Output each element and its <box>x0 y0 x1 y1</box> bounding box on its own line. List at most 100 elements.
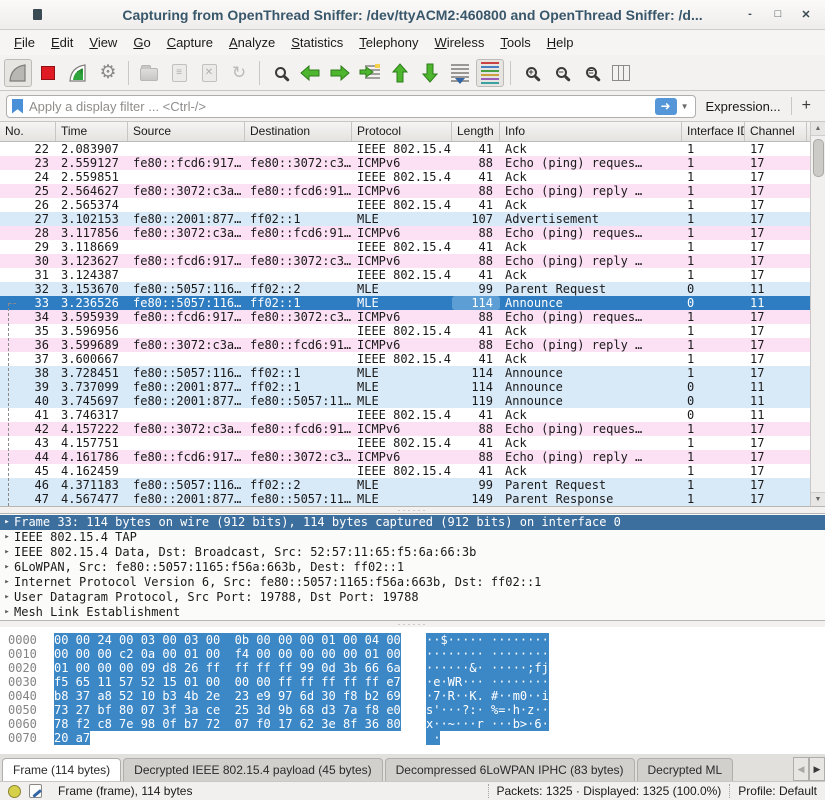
hex-ascii[interactable]: x··~···r ···b>·6· <box>426 717 549 731</box>
packet-row-30[interactable]: 303.123627fe80::fcd6:917…fe80::3072:c3…I… <box>0 254 810 268</box>
detail-line[interactable]: ▸User Datagram Protocol, Src Port: 19788… <box>0 590 825 605</box>
tab-scroll-right-icon[interactable]: ▶ <box>809 757 825 781</box>
packet-list-scrollbar[interactable]: ▲ ▼ <box>810 122 825 506</box>
hex-bytes[interactable]: 73 27 bf 80 07 3f 3a ce 25 3d 9b 68 d3 7… <box>54 703 401 717</box>
byte-view-tab-3[interactable]: Decrypted ML <box>637 758 734 781</box>
byte-view-tab-2[interactable]: Decompressed 6LoWPAN IPHC (83 bytes) <box>385 758 635 781</box>
bookmark-icon[interactable] <box>12 99 23 114</box>
add-filter-button[interactable]: + <box>798 97 819 115</box>
column-header-interface-id[interactable]: Interface ID <box>682 122 745 141</box>
go-last-button[interactable] <box>416 59 444 87</box>
zoom-in-button[interactable]: + <box>517 59 545 87</box>
save-file-button[interactable]: ≡ <box>165 59 193 87</box>
go-forward-button[interactable] <box>326 59 354 87</box>
open-file-button[interactable] <box>135 59 163 87</box>
capture-options-button[interactable]: ⚙ <box>94 59 122 87</box>
hex-row[interactable]: 002001 00 00 00 09 d8 26 ff ff ff ff 99 … <box>8 661 825 675</box>
expand-arrow-icon[interactable]: ▸ <box>0 515 14 530</box>
column-header-destination[interactable]: Destination <box>245 122 352 141</box>
packet-row-25[interactable]: 252.564627fe80::3072:c3a…fe80::fcd6:91…I… <box>0 184 810 198</box>
hex-row[interactable]: 0030f5 65 11 57 52 15 01 00 00 00 ff ff … <box>8 675 825 689</box>
detail-line[interactable]: ▸Frame 33: 114 bytes on wire (912 bits),… <box>0 515 825 530</box>
hex-row[interactable]: 005073 27 bf 80 07 3f 3a ce 25 3d 9b 68 … <box>8 703 825 717</box>
column-header-channel[interactable]: Channel <box>745 122 807 141</box>
menu-tools[interactable]: Tools <box>492 32 538 53</box>
packet-row-41[interactable]: 413.746317IEEE 802.15.441Ack011 <box>0 408 810 422</box>
maximize-button[interactable]: □ <box>771 8 785 21</box>
go-back-button[interactable] <box>296 59 324 87</box>
expand-arrow-icon[interactable]: ▸ <box>0 545 14 560</box>
packet-row-40[interactable]: 403.745697fe80::2001:877…fe80::5057:11…M… <box>0 394 810 408</box>
hex-ascii[interactable]: s'···?:· %=·h·z·· <box>426 703 549 717</box>
expand-arrow-icon[interactable]: ▸ <box>0 590 14 605</box>
expand-arrow-icon[interactable]: ▸ <box>0 560 14 575</box>
packet-row-22[interactable]: 222.083907IEEE 802.15.441Ack117 <box>0 142 810 156</box>
packet-row-43[interactable]: 434.157751IEEE 802.15.441Ack117 <box>0 436 810 450</box>
resize-columns-button[interactable] <box>607 59 635 87</box>
menu-analyze[interactable]: Analyze <box>221 32 283 53</box>
packet-row-35[interactable]: 353.596956IEEE 802.15.441Ack117 <box>0 324 810 338</box>
hex-bytes[interactable]: 20 a7 <box>54 731 90 745</box>
packet-row-39[interactable]: 393.737099fe80::2001:877…ff02::1MLE114An… <box>0 380 810 394</box>
filter-dropdown-caret[interactable]: ▼ <box>679 102 695 111</box>
hex-bytes[interactable]: b8 37 a8 52 10 b3 4b 2e 23 e9 97 6d 30 f… <box>54 689 401 703</box>
scrollbar-thumb[interactable] <box>813 139 824 177</box>
hex-bytes[interactable]: 00 00 00 c2 0a 00 01 00 f4 00 00 00 00 0… <box>54 647 401 661</box>
packet-row-44[interactable]: 444.161786fe80::fcd6:917…fe80::3072:c3…I… <box>0 450 810 464</box>
detail-line[interactable]: ▸Mesh Link Establishment <box>0 605 825 620</box>
packet-row-33[interactable]: 333.236526fe80::5057:116…ff02::1MLE114An… <box>0 296 810 310</box>
apply-filter-button[interactable]: ➜ <box>655 98 677 115</box>
colorize-button[interactable] <box>476 59 504 87</box>
hex-row[interactable]: 001000 00 00 c2 0a 00 01 00 f4 00 00 00 … <box>8 647 825 661</box>
close-file-button[interactable]: ✕ <box>195 59 223 87</box>
tab-scroll-left-icon[interactable]: ◀ <box>793 757 809 781</box>
byte-view-tab-0[interactable]: Frame (114 bytes) <box>2 758 121 781</box>
capture-restart-button[interactable] <box>64 59 92 87</box>
close-button[interactable]: ✕ <box>799 8 813 21</box>
menu-statistics[interactable]: Statistics <box>283 32 351 53</box>
find-packet-button[interactable] <box>266 59 294 87</box>
detail-line[interactable]: ▸IEEE 802.15.4 TAP <box>0 530 825 545</box>
byte-view-tab-1[interactable]: Decrypted IEEE 802.15.4 payload (45 byte… <box>123 758 382 781</box>
expression-button[interactable]: Expression... <box>702 99 785 114</box>
reload-file-button[interactable]: ↻ <box>225 59 253 87</box>
scroll-down-icon[interactable]: ▼ <box>811 492 825 506</box>
packet-row-46[interactable]: 464.371183fe80::5057:116…ff02::2MLE99Par… <box>0 478 810 492</box>
hex-ascii[interactable]: ·7·R··K. #··m0··i <box>426 689 549 703</box>
menu-wireless[interactable]: Wireless <box>427 32 493 53</box>
packet-row-45[interactable]: 454.162459IEEE 802.15.441Ack117 <box>0 464 810 478</box>
column-header-no[interactable]: No. <box>0 122 56 141</box>
detail-line[interactable]: ▸IEEE 802.15.4 Data, Dst: Broadcast, Src… <box>0 545 825 560</box>
packet-row-24[interactable]: 242.559851IEEE 802.15.441Ack117 <box>0 170 810 184</box>
zoom-reset-button[interactable]: = <box>577 59 605 87</box>
hex-ascii[interactable]: · <box>426 731 440 745</box>
menu-go[interactable]: Go <box>125 32 158 53</box>
packet-row-38[interactable]: 383.728451fe80::5057:116…ff02::1MLE114An… <box>0 366 810 380</box>
column-header-source[interactable]: Source <box>128 122 245 141</box>
hex-row[interactable]: 007020 a7 · <box>8 731 825 745</box>
expert-info-icon[interactable] <box>8 785 21 798</box>
hex-bytes[interactable]: 00 00 24 00 03 00 03 00 0b 00 00 00 01 0… <box>54 633 401 647</box>
packet-row-32[interactable]: 323.153670fe80::5057:116…ff02::2MLE99Par… <box>0 282 810 296</box>
packet-row-37[interactable]: 373.600667IEEE 802.15.441Ack117 <box>0 352 810 366</box>
capture-comment-icon[interactable] <box>29 784 42 798</box>
menu-telephony[interactable]: Telephony <box>351 32 426 53</box>
expand-arrow-icon[interactable]: ▸ <box>0 605 14 620</box>
menu-capture[interactable]: Capture <box>159 32 221 53</box>
hex-ascii[interactable]: ·e·WR··· ········ <box>426 675 549 689</box>
hex-bytes[interactable]: 78 f2 c8 7e 98 0f b7 72 07 f0 17 62 3e 8… <box>54 717 401 731</box>
display-filter-input[interactable] <box>29 99 655 114</box>
column-header-protocol[interactable]: Protocol <box>352 122 452 141</box>
column-header-info[interactable]: Info <box>500 122 682 141</box>
hex-bytes[interactable]: 01 00 00 00 09 d8 26 ff ff ff ff 99 0d 3… <box>54 661 401 675</box>
hex-row[interactable]: 000000 00 24 00 03 00 03 00 0b 00 00 00 … <box>8 633 825 647</box>
packet-row-27[interactable]: 273.102153fe80::2001:877…ff02::1MLE107Ad… <box>0 212 810 226</box>
column-header-length[interactable]: Length <box>452 122 500 141</box>
packet-row-31[interactable]: 313.124387IEEE 802.15.441Ack117 <box>0 268 810 282</box>
go-to-packet-button[interactable] <box>356 59 384 87</box>
packet-row-28[interactable]: 283.117856fe80::3072:c3a…fe80::fcd6:91…I… <box>0 226 810 240</box>
detail-line[interactable]: ▸6LoWPAN, Src: fe80::5057:1165:f56a:663b… <box>0 560 825 575</box>
packet-row-23[interactable]: 232.559127fe80::fcd6:917…fe80::3072:c3…I… <box>0 156 810 170</box>
menu-view[interactable]: View <box>81 32 125 53</box>
go-first-button[interactable] <box>386 59 414 87</box>
